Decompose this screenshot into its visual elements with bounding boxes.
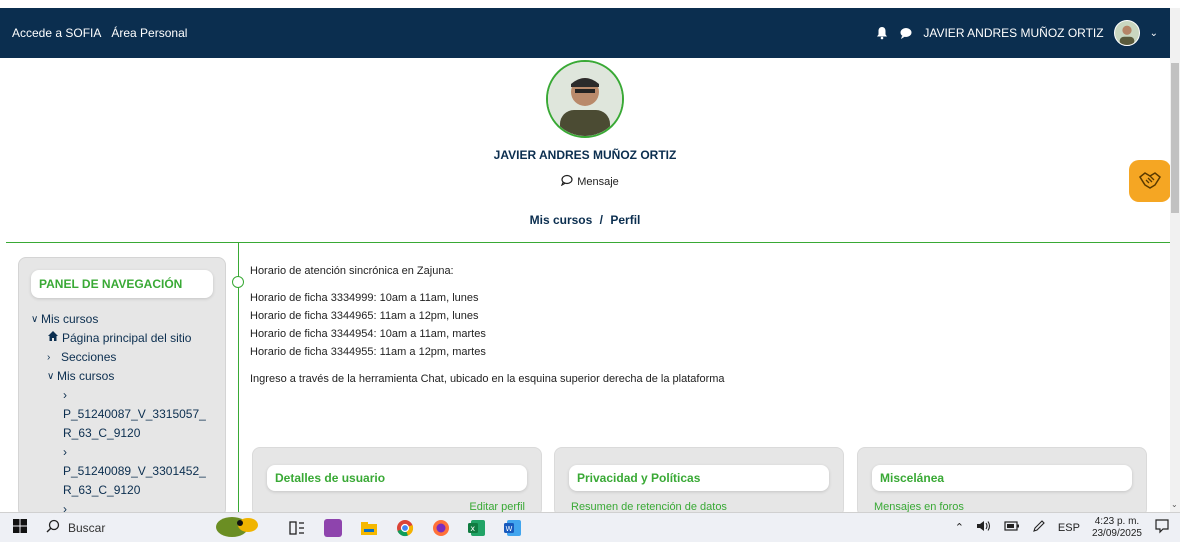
breadcrumb-separator: / [599,213,604,227]
system-tray: ⌃ ESP 4:23 p. m. 23/09/2025 [955,516,1180,540]
navigation-panel: PANEL DE NAVEGACIÓN ∨ Mis cursos Página … [18,257,226,517]
excel-icon[interactable]: x [468,519,486,537]
toucan-widget-icon[interactable] [210,513,270,542]
card-miscellaneous: Miscelánea Mensajes en foros [857,447,1147,517]
schedule-line: Horario de ficha 3334999: 10am a 11am, l… [250,292,479,304]
clock-date: 23/09/2025 [1091,527,1142,539]
nav-tree: ∨ Mis cursos Página principal del sitio … [31,310,221,516]
intro-text: Horario de atención sincrónica en Zajuna… [250,265,454,277]
word-icon[interactable]: W [504,519,522,537]
pen-icon[interactable] [1032,519,1046,536]
nav-item-label: Página principal del sitio [62,331,192,345]
notification-icon[interactable] [1154,518,1170,537]
card-title: Privacidad y Políticas [569,465,829,491]
firefox-icon[interactable] [432,519,450,537]
nav-item-label: Mis cursos [57,369,115,383]
nav-item-label: P_51240087_V_3315057_R_63_C_9120 [63,407,206,440]
chevron-right-icon: › [63,445,67,459]
taskbar-apps: x W [210,513,522,542]
schedule-line: Horario de ficha 3344955: 11am a 12pm, m… [250,346,486,358]
nav-item-course-2[interactable]: P_51240089_V_3301452_R_63_C_9120 [31,462,207,500]
chrome-icon[interactable] [396,519,414,537]
battery-icon[interactable] [1004,520,1020,535]
nav-item-mis-cursos-root[interactable]: ∨ Mis cursos [31,310,221,329]
start-button[interactable] [0,513,40,542]
clock[interactable]: 4:23 p. m. 23/09/2025 [1092,516,1142,540]
taskbar-search[interactable]: Buscar [40,513,200,542]
home-icon [47,329,59,348]
navbar-user-name[interactable]: JAVIER ANDRES MUÑOZ ORTIZ [923,26,1103,40]
task-view-icon[interactable] [288,519,306,537]
nav-panel-title: PANEL DE NAVEGACIÓN [31,270,213,298]
chat-icon[interactable] [899,26,913,40]
chevron-down-icon[interactable]: ⌄ [1150,28,1158,39]
card-privacy: Privacidad y Políticas Resumen de retenc… [554,447,844,517]
scrollbar-thumb[interactable] [1171,63,1179,213]
top-navbar: Accede a SOFIA Área Personal JAVIER ANDR… [0,8,1170,58]
search-icon [46,519,60,536]
navbar-right: JAVIER ANDRES MUÑOZ ORTIZ ⌄ [875,20,1158,46]
nav-item-label: Secciones [61,350,117,364]
message-button[interactable]: Mensaje [540,174,640,189]
avatar[interactable] [1113,20,1140,46]
page-scrollbar[interactable]: ⌄ [1170,8,1180,513]
profile-description: Horario de atención sincrónica en Zajuna… [250,262,1150,388]
file-explorer-icon[interactable] [360,519,378,537]
divider-line [6,242,1170,243]
nav-item-course-2-chevron[interactable]: › [31,443,221,462]
breadcrumb: Mis cursos / Perfil [0,213,1170,227]
card-title: Miscelánea [872,465,1132,491]
nav-item-home[interactable]: Página principal del sitio [31,329,221,348]
scroll-down-arrow[interactable]: ⌄ [1171,500,1178,509]
schedule-line: Horario de ficha 3344965: 11am a 12pm, l… [250,310,479,322]
windows-icon [13,519,27,536]
profile-avatar [546,60,624,138]
nav-link-sofia[interactable]: Accede a SOFIA [12,26,101,40]
chevron-down-icon: ∨ [47,371,55,382]
speech-bubble-icon [561,174,573,189]
message-label: Mensaje [577,175,619,188]
handshake-button[interactable] [1129,160,1171,202]
card-user-details: Detalles de usuario Editar perfil [252,447,542,517]
app-icon-avatar[interactable] [324,518,342,537]
clock-time: 4:23 p. m. [1094,515,1140,527]
chevron-right-icon: › [63,388,67,402]
chevron-down-icon: ∨ [31,314,39,325]
profile-name: JAVIER ANDRES MUÑOZ ORTIZ [493,148,677,162]
chat-note: Ingreso a través de la herramienta Chat,… [250,373,725,385]
card-title: Detalles de usuario [267,465,527,491]
speaker-icon[interactable] [976,519,992,536]
windows-taskbar: Buscar x W ⌃ ESP 4:23 p. m. 23/09/2025 [0,512,1180,542]
language-indicator[interactable]: ESP [1058,522,1080,534]
chevron-up-icon[interactable]: ⌃ [955,521,964,534]
svg-text:x: x [470,524,475,533]
bell-icon[interactable] [875,26,889,40]
profile-header: JAVIER ANDRES MUÑOZ ORTIZ Mensaje Mis cu… [0,58,1171,243]
nav-item-mis-cursos[interactable]: ∨ Mis cursos [31,367,221,386]
nav-item-course-1-chevron[interactable]: › [31,386,221,405]
timeline-dot [232,276,244,288]
nav-item-label: Mis cursos [41,312,99,326]
breadcrumb-mis-cursos[interactable]: Mis cursos [530,213,593,227]
nav-item-label: P_51240089_V_3301452_R_63_C_9120 [63,464,206,497]
nav-link-area-personal[interactable]: Área Personal [111,26,187,40]
nav-item-secciones[interactable]: › Secciones [31,348,221,367]
svg-text:W: W [506,525,513,533]
search-label: Buscar [68,520,106,535]
breadcrumb-perfil: Perfil [610,213,641,227]
chevron-right-icon: › [47,352,51,363]
handshake-icon [1137,167,1163,196]
nav-item-course-1[interactable]: P_51240087_V_3315057_R_63_C_9120 [31,405,207,443]
schedule-line: Horario de ficha 3344954: 10am a 11am, m… [250,328,486,340]
